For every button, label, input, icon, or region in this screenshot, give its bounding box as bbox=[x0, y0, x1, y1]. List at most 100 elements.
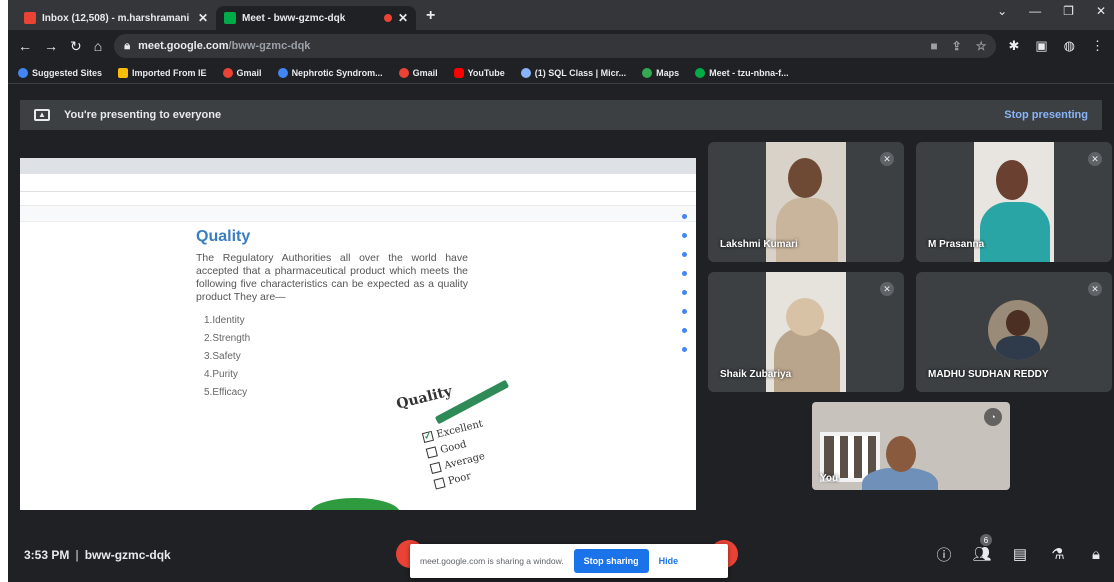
meet-icon bbox=[695, 67, 706, 78]
menu-icon[interactable]: ⋮ bbox=[1091, 38, 1104, 54]
gmail-icon bbox=[398, 67, 409, 78]
recording-dot-icon bbox=[383, 14, 392, 22]
maps-icon bbox=[642, 67, 653, 78]
participant-tile[interactable]: ✕ MADHU SUDHAN REDDY bbox=[916, 272, 1112, 392]
close-window-icon[interactable]: ✕ bbox=[1096, 4, 1106, 18]
stop-presenting-button[interactable]: Stop presenting bbox=[1004, 109, 1088, 121]
maximize-icon[interactable]: ❐ bbox=[1063, 4, 1074, 18]
bookmark-item[interactable]: Imported From IE bbox=[118, 67, 207, 78]
participant-tile[interactable]: ✕ M Prasanna bbox=[916, 142, 1112, 262]
screen-share-notice: meet.google.com is sharing a window. Sto… bbox=[410, 544, 728, 578]
shared-browser-tabs bbox=[20, 158, 696, 174]
share-icon[interactable]: ⇪ bbox=[952, 39, 962, 53]
bookmark-item[interactable]: (1) SQL Class | Micr... bbox=[520, 67, 626, 78]
url-host: meet.google.com bbox=[138, 40, 229, 52]
checkbox-icon bbox=[425, 446, 438, 459]
tab-strip: Inbox (12,508) - m.harshramani ✕ Meet - … bbox=[8, 0, 1114, 30]
sidepanel-icon[interactable]: ▣ bbox=[1035, 38, 1047, 54]
meet-icon bbox=[224, 12, 236, 24]
shared-browser-bookmarks bbox=[20, 192, 696, 206]
self-view-tile[interactable]: ◔ You bbox=[812, 402, 1010, 490]
shared-side-panel bbox=[680, 214, 690, 394]
participant-tile[interactable]: ✕ Shaik Zubariya bbox=[708, 272, 904, 392]
tab-label: Meet - bww-gzmc-dqk bbox=[242, 12, 346, 24]
toolbar-right: ✱ ▣ ◍ ⋮ bbox=[1008, 38, 1104, 54]
presenting-banner: ▲ You're presenting to everyone Stop pre… bbox=[20, 100, 1102, 130]
gmail-icon bbox=[24, 12, 36, 24]
participant-tile[interactable]: ✕ Lakshmi Kumari bbox=[708, 142, 904, 262]
tab-gmail[interactable]: Inbox (12,508) - m.harshramani ✕ bbox=[16, 6, 216, 30]
meeting-controls-bar: 3:53 PM | bww-gzmc-dqk meet.google.com is … bbox=[8, 530, 1114, 582]
profile-icon[interactable]: ◍ bbox=[1064, 38, 1075, 54]
browser-window: Inbox (12,508) - m.harshramani ✕ Meet - … bbox=[8, 0, 1114, 582]
hide-button[interactable]: Hide bbox=[659, 556, 679, 566]
close-tab-icon[interactable]: ✕ bbox=[198, 11, 208, 25]
bookmarks-bar: Suggested Sites Imported From IE Gmail N… bbox=[8, 62, 1114, 84]
tab-label: Inbox (12,508) - m.harshramani bbox=[42, 12, 190, 24]
bookmark-item[interactable]: Gmail bbox=[398, 67, 438, 78]
tab-meet[interactable]: Meet - bww-gzmc-dqk ✕ bbox=[216, 6, 416, 30]
bookmark-item[interactable]: YouTube bbox=[453, 67, 505, 78]
chat-icon[interactable]: ▤ bbox=[1010, 544, 1030, 564]
extensions-icon[interactable]: ✱ bbox=[1008, 38, 1019, 54]
mic-off-icon: ✕ bbox=[1088, 282, 1102, 296]
people-icon[interactable]: 👥︎ 6 bbox=[972, 534, 992, 564]
star-icon[interactable]: ☆ bbox=[976, 39, 987, 53]
participant-name: M Prasanna bbox=[928, 239, 985, 250]
new-tab-button[interactable]: + bbox=[416, 7, 445, 30]
home-icon[interactable]: ⌂ bbox=[94, 38, 102, 54]
participant-count-badge: 6 bbox=[980, 534, 992, 546]
presenting-message: You're presenting to everyone bbox=[64, 109, 222, 121]
mic-off-icon: ✕ bbox=[880, 282, 894, 296]
url-path: /bww-gzmc-dqk bbox=[228, 40, 311, 52]
list-item: 4.Purity bbox=[204, 369, 238, 380]
checkbox-icon bbox=[429, 461, 442, 475]
bookmark-item[interactable]: Meet - tzu-nbna-f... bbox=[695, 67, 789, 78]
info-icon[interactable]: ⓘ bbox=[934, 544, 954, 564]
reload-icon[interactable]: ↻ bbox=[70, 38, 82, 55]
gmail-icon bbox=[222, 67, 233, 78]
participant-name: MADHU SUDHAN REDDY bbox=[928, 369, 1049, 380]
shared-doc-toolbar bbox=[20, 206, 696, 222]
list-item: 3.Safety bbox=[204, 351, 241, 362]
meeting-details: 3:53 PM | bww-gzmc-dqk bbox=[24, 548, 171, 562]
host-controls-icon[interactable]: 🔒︎ bbox=[1086, 544, 1106, 564]
chevron-down-icon[interactable]: ⌄ bbox=[997, 4, 1007, 18]
pin-icon[interactable]: ◔ bbox=[984, 408, 1002, 426]
bookmark-item[interactable]: Gmail bbox=[222, 67, 262, 78]
share-message: meet.google.com is sharing a window. bbox=[420, 556, 564, 566]
meeting-side-controls: ⓘ 👥︎ 6 ▤ ⚗ 🔒︎ bbox=[934, 534, 1106, 564]
checkbox-checked-icon: ✓ bbox=[421, 430, 435, 443]
bookmark-icon bbox=[277, 67, 288, 78]
minimize-icon[interactable]: — bbox=[1029, 4, 1041, 18]
activities-icon[interactable]: ⚗ bbox=[1048, 544, 1068, 564]
stop-sharing-button[interactable]: Stop sharing bbox=[573, 549, 649, 573]
lock-icon: 🔒︎ bbox=[124, 39, 131, 52]
meeting-code: bww-gzmc-dqk bbox=[84, 548, 171, 562]
mic-off-icon: ✕ bbox=[880, 152, 894, 166]
slide-decoration bbox=[310, 498, 400, 510]
list-item: 1.Identity bbox=[204, 315, 245, 326]
browser-toolbar: ← → ↻ ⌂ 🔒︎ meet.google.com/bww-gzmc-dqk … bbox=[8, 30, 1114, 62]
checkbox-icon bbox=[433, 477, 446, 490]
address-bar[interactable]: 🔒︎ meet.google.com/bww-gzmc-dqk ■ ⇪ ☆ bbox=[114, 34, 997, 58]
participant-name: Lakshmi Kumari bbox=[720, 239, 798, 250]
clock-time: 3:53 PM bbox=[24, 548, 70, 562]
camera-icon[interactable]: ■ bbox=[930, 39, 937, 53]
quality-checklist-graphic: Quality ✓ Excellent Good Average Poor bbox=[392, 379, 512, 490]
bookmark-icon bbox=[18, 67, 28, 78]
self-name: You bbox=[820, 473, 839, 484]
back-icon[interactable]: ← bbox=[18, 38, 32, 54]
avatar bbox=[988, 300, 1048, 360]
close-tab-icon[interactable]: ✕ bbox=[398, 11, 408, 25]
participant-name: Shaik Zubariya bbox=[720, 369, 792, 380]
forward-icon[interactable]: → bbox=[44, 38, 58, 54]
bookmark-item[interactable]: Maps bbox=[642, 67, 679, 78]
slide-title: Quality bbox=[196, 228, 251, 245]
youtube-icon bbox=[453, 67, 464, 78]
bookmark-item[interactable]: Nephrotic Syndrom... bbox=[277, 67, 383, 78]
folder-icon bbox=[118, 67, 129, 78]
bookmark-item[interactable]: Suggested Sites bbox=[18, 67, 102, 78]
mic-off-icon: ✕ bbox=[1088, 152, 1102, 166]
shared-screen: Quality The Regulatory Authorities all o… bbox=[20, 158, 696, 510]
